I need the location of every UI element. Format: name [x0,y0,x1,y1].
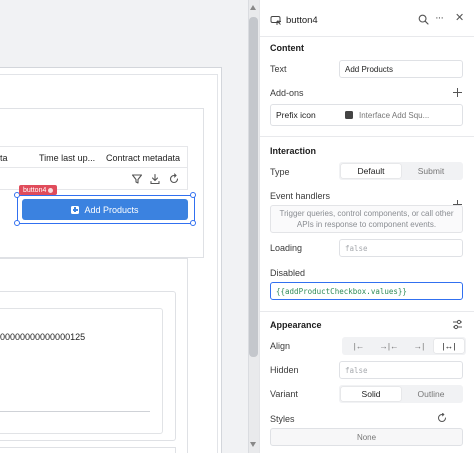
filter-icon[interactable] [131,173,143,185]
variant-option-solid[interactable]: Solid [341,387,401,401]
text-input[interactable]: Add Products [339,60,463,78]
component-name[interactable]: button4 [286,15,318,26]
align-left-icon[interactable]: |← [344,339,374,353]
variant-option-outline[interactable]: Outline [401,387,461,401]
hidden-placeholder: false [345,365,368,375]
disabled-label: Disabled [270,268,306,278]
prefix-icon-row[interactable]: Prefix icon Interface Add Squ... [270,104,463,126]
addons-label: Add-ons [270,88,304,98]
text-input-value: Add Products [345,64,394,74]
event-handlers-empty: Trigger queries, control components, or … [270,205,463,233]
close-icon[interactable]: ✕ [455,13,464,24]
interaction-section-title[interactable]: Interaction [270,146,316,156]
contract-metadata-value: 00000000000000125 [0,332,86,342]
info-icon [48,187,54,193]
inspector-panel: button4 ··· ✕ Content Text Add Products … [259,0,474,453]
appearance-section-title[interactable]: Appearance [270,320,322,330]
type-toggle: Default Submit [339,162,463,180]
type-option-default[interactable]: Default [341,164,401,178]
component-name-tag[interactable]: button4 [19,185,58,195]
align-stretch-icon[interactable]: |↔| [434,339,464,353]
section-divider [260,311,474,312]
resize-handle-top-right[interactable] [190,192,196,198]
loading-label: Loading [270,243,303,253]
reset-styles-icon[interactable] [437,413,447,423]
styles-value: None [356,432,377,442]
scroll-up-arrow-icon[interactable] [250,5,256,10]
canvas: ta Time last up... Contract metadata but… [0,0,248,453]
styles-field[interactable]: None [270,428,463,446]
disabled-input[interactable]: {{addProductCheckbox.values}} [270,282,463,300]
variant-toggle: Solid Outline [339,385,463,403]
scroll-down-arrow-icon[interactable] [250,442,256,447]
align-right-icon[interactable]: →| [404,339,434,353]
header-divider [260,36,474,37]
table-header: ta Time last up... Contract metadata [0,146,188,168]
hidden-input[interactable]: false [339,361,463,379]
section-divider [260,136,474,137]
hidden-label: Hidden [270,365,299,375]
search-icon[interactable] [418,14,429,25]
align-toggle: |← →|← →| |↔| [342,337,466,355]
content-section-title[interactable]: Content [270,43,304,53]
add-square-icon [345,111,353,119]
align-center-icon[interactable]: →|← [374,339,404,353]
add-products-button[interactable]: Add Products [22,199,188,220]
detail-divider [0,411,150,412]
prefix-icon-label: Prefix icon [276,110,316,120]
add-products-label: Add Products [84,204,139,215]
scrollbar-thumb[interactable] [249,17,258,357]
column-header-contract-metadata[interactable]: Contract metadata [106,153,180,163]
detail-inner-card [0,308,163,434]
resize-handle-bottom-right[interactable] [190,220,196,226]
settings-sliders-icon[interactable] [452,319,463,330]
type-label: Type [270,167,290,177]
loading-placeholder: false [345,243,368,253]
event-handlers-label: Event handlers [270,191,331,201]
add-addon-icon[interactable] [453,88,462,97]
component-tag-label: button4 [23,186,47,194]
bottom-card [0,447,176,453]
align-label: Align [270,341,291,351]
loading-input[interactable]: false [339,239,463,257]
column-header-data[interactable]: ta [0,153,8,163]
column-header-time-last-updated[interactable]: Time last up... [39,153,95,163]
type-option-submit[interactable]: Submit [401,164,461,178]
disabled-value: {{addProductCheckbox.values}} [276,286,407,296]
styles-label: Styles [270,414,295,424]
more-options-icon[interactable]: ··· [435,13,444,24]
add-square-icon [71,205,80,214]
button-component-icon [270,16,282,25]
variant-label: Variant [270,389,298,399]
prefix-icon-value: Interface Add Squ... [359,110,430,120]
resize-handle-bottom-left[interactable] [14,220,20,226]
refresh-icon[interactable] [168,173,180,185]
download-icon[interactable] [149,173,161,185]
text-label: Text [270,64,287,74]
